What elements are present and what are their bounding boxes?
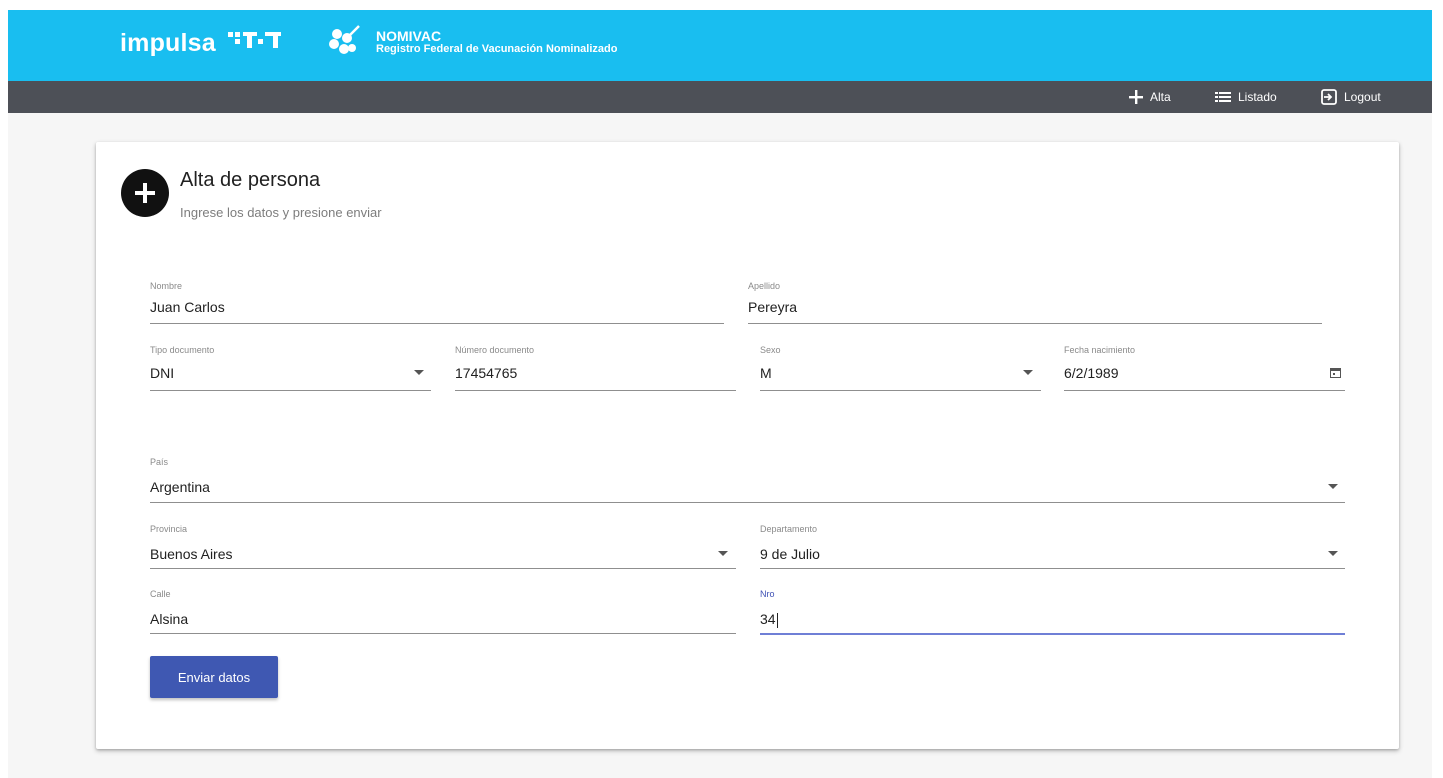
nro-field[interactable]: Nro 34 — [760, 589, 1345, 635]
impulsa-mark-icon — [228, 32, 281, 48]
numero-documento-field[interactable]: Número documento 17454765 — [455, 345, 736, 391]
calendar-icon[interactable] — [1330, 367, 1341, 378]
tipo-documento-select[interactable]: Tipo documento DNI — [150, 345, 431, 391]
nav-logout[interactable]: Logout — [1321, 81, 1381, 113]
apellido-label: Apellido — [748, 281, 781, 291]
logout-icon — [1321, 89, 1337, 105]
nombre-field[interactable]: Nombre Juan Carlos — [150, 281, 724, 324]
list-icon — [1215, 92, 1231, 102]
card-title: Alta de persona — [180, 169, 321, 191]
card-subtitle: Ingrese los datos y presione enviar — [180, 205, 382, 220]
calle-field[interactable]: Calle Alsina — [150, 589, 736, 634]
card-avatar — [121, 169, 169, 217]
tipo-documento-label: Tipo documento — [150, 345, 215, 355]
provincia-label: Provincia — [150, 524, 188, 534]
nav-alta-label: Alta — [1150, 90, 1171, 104]
nomivac-logo-icon — [329, 25, 360, 54]
form-card — [96, 142, 1399, 749]
pais-select[interactable]: País Argentina — [150, 457, 1345, 503]
fecha-nacimiento-label: Fecha nacimiento — [1064, 345, 1136, 355]
sexo-label: Sexo — [760, 345, 781, 355]
chevron-down-icon — [718, 551, 728, 556]
nro-value: 34 — [760, 611, 776, 627]
calle-label: Calle — [150, 589, 171, 599]
sexo-value: M — [760, 365, 772, 381]
plus-icon — [1129, 90, 1143, 104]
numero-documento-value: 17454765 — [455, 365, 518, 381]
departamento-label: Departamento — [760, 524, 818, 534]
chevron-down-icon — [1328, 484, 1338, 489]
pais-label: País — [150, 457, 169, 467]
provincia-value: Buenos Aires — [150, 546, 233, 562]
departamento-value: 9 de Julio — [760, 546, 820, 562]
fecha-nacimiento-field[interactable]: Fecha nacimiento 6/2/1989 — [1064, 345, 1345, 391]
calle-value: Alsina — [150, 611, 189, 627]
enviar-datos-button[interactable]: Enviar datos — [150, 656, 278, 698]
nav-logout-label: Logout — [1344, 90, 1381, 104]
tipo-documento-value: DNI — [150, 365, 175, 381]
apellido-value: Pereyra — [748, 299, 798, 315]
numero-documento-label: Número documento — [455, 345, 535, 355]
sexo-select[interactable]: Sexo M — [760, 345, 1041, 391]
chevron-down-icon — [1023, 370, 1033, 375]
nav-alta[interactable]: Alta — [1129, 81, 1171, 113]
departamento-select[interactable]: Departamento 9 de Julio — [760, 524, 1345, 569]
app-title: NOMIVAC Registro Federal de Vacunación N… — [376, 28, 618, 56]
nro-value-wrap: 34 — [760, 611, 778, 628]
app-name: NOMIVAC — [376, 28, 442, 44]
chevron-down-icon — [1328, 551, 1338, 556]
nav-listado-label: Listado — [1238, 90, 1277, 104]
nav-listado[interactable]: Listado — [1215, 81, 1277, 113]
pais-value: Argentina — [150, 479, 210, 495]
app-header — [8, 10, 1432, 81]
fecha-nacimiento-value: 6/2/1989 — [1064, 365, 1119, 381]
nro-label: Nro — [760, 589, 775, 599]
provincia-select[interactable]: Provincia Buenos Aires — [150, 524, 736, 569]
impulsa-logo: impulsa — [120, 29, 216, 57]
apellido-field[interactable]: Apellido Pereyra — [748, 281, 1322, 324]
app-subtitle: Registro Federal de Vacunación Nominaliz… — [376, 43, 618, 55]
chevron-down-icon — [414, 370, 424, 375]
nombre-value: Juan Carlos — [150, 299, 225, 315]
text-cursor — [776, 612, 778, 628]
add-circle-icon — [135, 183, 155, 203]
nombre-label: Nombre — [150, 281, 183, 291]
